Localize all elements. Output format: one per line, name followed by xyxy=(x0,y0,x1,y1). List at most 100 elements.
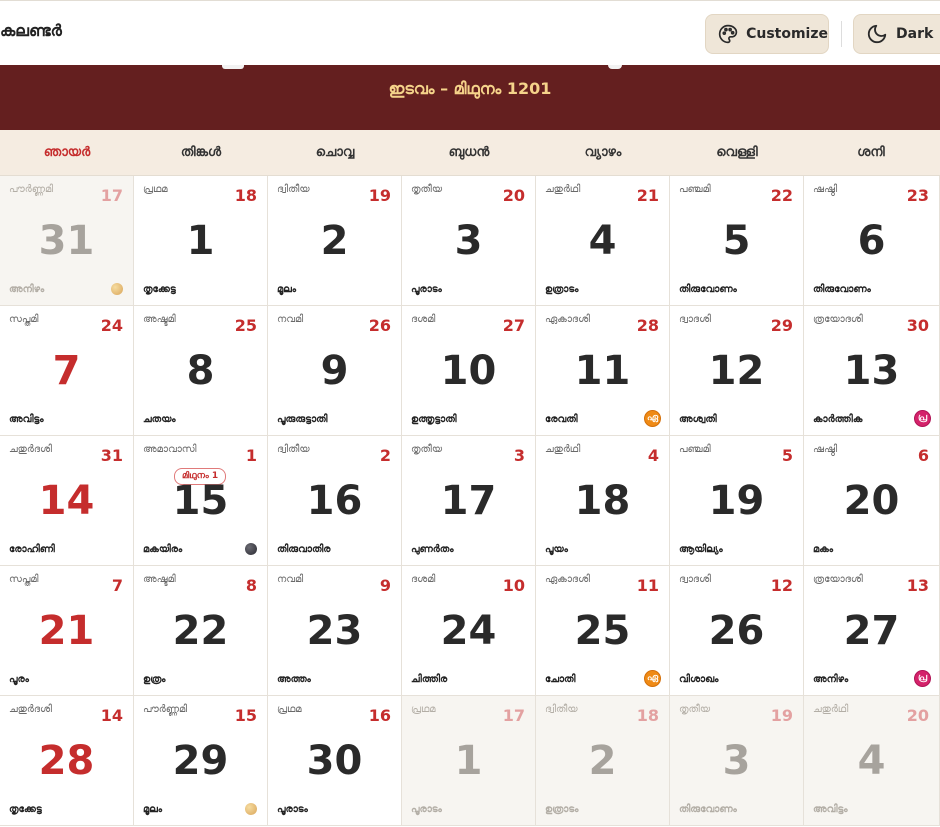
tithi-label: സപ്തമി xyxy=(9,574,39,585)
day-cell[interactable]: ദ്വിതീയ 19 2 മൂലം xyxy=(268,176,402,306)
calendar-grid: പൗർണ്ണമി 17 31 അനിഴം പ്രഥമ 18 1 തൃക്കേട്ട ദ്വിതീ… xyxy=(0,176,940,827)
customize-button[interactable]: Customize xyxy=(705,14,829,54)
malayalam-date: 31 xyxy=(100,446,123,465)
day-cell[interactable]: അഷ്ടമി 25 8 ചതയം xyxy=(134,306,268,436)
day-cell[interactable]: തൃതീയ 3 17 പുണർതം xyxy=(402,436,536,566)
tithi-label: ദ്വിതീയ xyxy=(545,704,578,715)
ekadashi-badge-icon: ഏ xyxy=(644,410,661,427)
day-cell[interactable]: ത്രയോദശി 13 27 അനിഴം പ്ര xyxy=(804,566,940,696)
day-cell[interactable]: അഷ്ടമി 8 22 ഉത്രം xyxy=(134,566,268,696)
day-number: 8 xyxy=(186,348,215,394)
nakshatra-label: രേവതി xyxy=(545,414,578,425)
tithi-label: ത്രയോദശി xyxy=(813,574,863,585)
day-cell[interactable]: ദ്വാദശി 12 26 വിശാഖം xyxy=(670,566,804,696)
day-cell[interactable]: ചതുർദശി 31 14 രോഹിണി xyxy=(0,436,134,566)
dark-mode-button[interactable]: Dark xyxy=(853,14,940,54)
day-number: 2 xyxy=(320,218,349,264)
tithi-label: ചതുർദശി xyxy=(9,444,52,455)
new-moon-icon xyxy=(245,543,257,555)
nakshatra-label: ഉത്രാടം xyxy=(545,284,579,295)
day-cell[interactable]: തൃതീയ 19 3 തിരുവോണം xyxy=(670,696,804,826)
tithi-label: പഞ്ചമി xyxy=(679,444,711,455)
day-number: 20 xyxy=(843,478,900,524)
banner-title-clipped xyxy=(222,65,244,69)
day-cell[interactable]: പൗർണ്ണമി 15 29 മൂലം xyxy=(134,696,268,826)
day-cell[interactable]: പ്രഥമ 16 30 പൂരാടം xyxy=(268,696,402,826)
malayalam-date: 25 xyxy=(234,316,257,335)
malayalam-date: 5 xyxy=(781,446,793,465)
malayalam-date: 2 xyxy=(379,446,391,465)
day-cell[interactable]: സപ്തമി 24 7 അവിട്ടം xyxy=(0,306,134,436)
day-cell[interactable]: ദ്വാദശി 29 12 അശ്വതി xyxy=(670,306,804,436)
day-cell[interactable]: തൃതീയ 20 3 പൂരാടം xyxy=(402,176,536,306)
day-cell[interactable]: നവമി 9 23 അത്തം xyxy=(268,566,402,696)
tithi-label: പ്രഥമ xyxy=(411,704,436,715)
nakshatra-label: പൂരാടം xyxy=(411,284,442,295)
day-cell[interactable]: ചതുർദശി 14 28 തൃക്കേട്ട xyxy=(0,696,134,826)
day-cell[interactable]: ഷഷ്ഠി 6 20 മകം xyxy=(804,436,940,566)
malayalam-date: 6 xyxy=(917,446,929,465)
day-number: 23 xyxy=(306,608,363,654)
nakshatra-label: ഉത്തൃട്ടാതി xyxy=(411,414,457,425)
day-cell[interactable]: നവമി 26 9 പൂരുരുട്ടാതി xyxy=(268,306,402,436)
day-number: 27 xyxy=(843,608,900,654)
day-cell[interactable]: ചതുർഥി 4 18 പൂയം xyxy=(536,436,670,566)
day-number: 18 xyxy=(574,478,631,524)
day-cell[interactable]: ദശമി 10 24 ചിത്തിര xyxy=(402,566,536,696)
malayalam-date: 13 xyxy=(906,576,929,595)
nakshatra-label: തൃക്കേട്ട xyxy=(9,804,42,815)
malayalam-date: 30 xyxy=(906,316,929,335)
day-cell[interactable]: ത്രയോദശി 30 13 കാർത്തിക പ്ര xyxy=(804,306,940,436)
day-number: 28 xyxy=(38,738,95,784)
nakshatra-label: മൂലം xyxy=(277,284,297,295)
malayalam-date: 19 xyxy=(770,706,793,725)
day-number: 19 xyxy=(708,478,765,524)
malayalam-date: 18 xyxy=(636,706,659,725)
day-number: 4 xyxy=(857,738,886,784)
day-number: 3 xyxy=(454,218,483,264)
day-cell[interactable]: ദ്വിതീയ 2 16 തിരുവാതിര xyxy=(268,436,402,566)
tithi-label: തൃതീയ xyxy=(679,704,711,715)
customize-label: Customize xyxy=(746,26,828,42)
nakshatra-label: അനിഴം xyxy=(9,284,45,295)
nakshatra-label: ചിത്തിര xyxy=(411,674,448,685)
nakshatra-label: തിരുവോണം xyxy=(679,804,737,815)
nakshatra-label: തൃക്കേട്ട xyxy=(143,284,176,295)
nakshatra-label: കാർത്തിക xyxy=(813,414,863,425)
nakshatra-label: ചതയം xyxy=(143,414,176,425)
day-cell[interactable]: സപ്തമി 7 21 പൂരം xyxy=(0,566,134,696)
tithi-label: പൗർണ്ണമി xyxy=(9,184,54,195)
day-cell[interactable]: പ്രഥമ 18 1 തൃക്കേട്ട xyxy=(134,176,268,306)
day-number: 7 xyxy=(52,348,81,394)
day-cell[interactable]: ഏകാദശി 28 11 രേവതി ഏ xyxy=(536,306,670,436)
nakshatra-label: മകം xyxy=(813,544,834,555)
day-cell[interactable]: അമാവാസി 1 മിഥുനം 1 15 മകയിരം xyxy=(134,436,268,566)
tithi-label: അഷ്ടമി xyxy=(143,314,176,325)
nakshatra-label: ഉത്രം xyxy=(143,674,166,685)
day-cell[interactable]: ചതുർഥി 21 4 ഉത്രാടം xyxy=(536,176,670,306)
day-cell[interactable]: പ്രഥമ 17 1 പൂരാടം xyxy=(402,696,536,826)
malayalam-date: 19 xyxy=(368,186,391,205)
day-cell[interactable]: ദശമി 27 10 ഉത്തൃട്ടാതി xyxy=(402,306,536,436)
tithi-label: ഏകാദശി xyxy=(545,574,590,585)
nakshatra-label: പൂരാടം xyxy=(411,804,442,815)
day-cell[interactable]: പഞ്ചമി 5 19 ആയില്യം xyxy=(670,436,804,566)
app-title: കലണ്ടർ xyxy=(0,21,62,40)
nakshatra-label: വിശാഖം xyxy=(679,674,719,685)
nakshatra-label: രോഹിണി xyxy=(9,544,55,555)
weekday-header: ഞായർ തിങ്കൾ ചൊവ്വ ബുധൻ വ്യാഴം വെള്ളി ശനി xyxy=(0,130,940,176)
malayalam-date: 4 xyxy=(647,446,659,465)
malayalam-date: 17 xyxy=(502,706,525,725)
day-cell[interactable]: പഞ്ചമി 22 5 തിരുവോണം xyxy=(670,176,804,306)
malayalam-date: 9 xyxy=(379,576,391,595)
day-cell[interactable]: ഷഷ്ഠി 23 6 തിരുവോണം xyxy=(804,176,940,306)
tithi-label: നവമി xyxy=(277,574,304,585)
day-number: 1 xyxy=(186,218,215,264)
day-cell[interactable]: ചതുർഥി 20 4 അവിട്ടം xyxy=(804,696,940,826)
day-cell[interactable]: ഏകാദശി 11 25 ചോതി ഏ xyxy=(536,566,670,696)
day-number: 5 xyxy=(722,218,751,264)
month-banner: ഇടവം – മിഥുനം 1201 xyxy=(0,65,940,130)
day-cell[interactable]: ദ്വിതീയ 18 2 ഉത്രാടം xyxy=(536,696,670,826)
nakshatra-label: പൂരം xyxy=(9,674,29,685)
day-cell[interactable]: പൗർണ്ണമി 17 31 അനിഴം xyxy=(0,176,134,306)
